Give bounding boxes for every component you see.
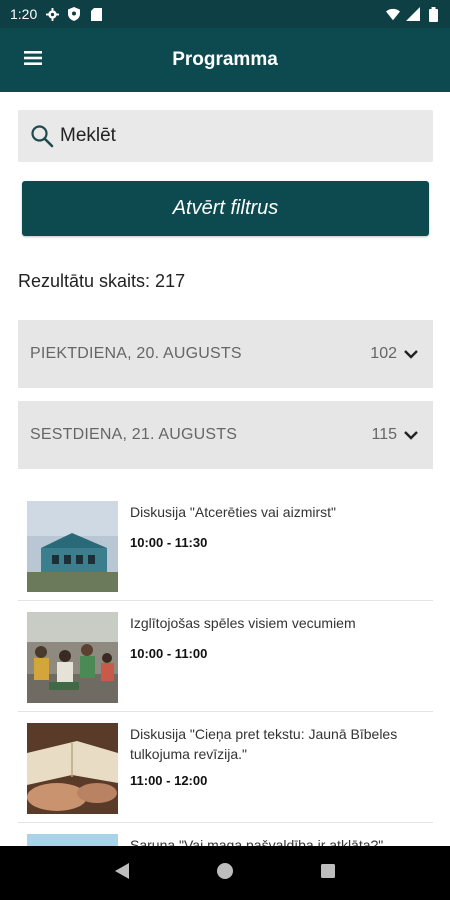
day-group-label: SESTDIENA, 21. AUGUSTS — [30, 426, 238, 443]
battery-icon — [426, 6, 440, 22]
home-button[interactable] — [215, 862, 235, 885]
page-title: Programma — [172, 49, 278, 70]
back-button[interactable] — [112, 862, 132, 885]
search-box[interactable] — [18, 110, 433, 162]
system-nav-bar — [0, 846, 450, 900]
signal-icon — [406, 7, 420, 21]
event-item[interactable]: Diskusija "Cieņa pret tekstu: Jaunā Bībe… — [18, 712, 433, 823]
chevron-down-icon — [403, 346, 419, 362]
settings-icon — [45, 7, 59, 21]
app-bar: Programma — [0, 28, 450, 92]
open-filters-button[interactable]: Atvērt filtrus — [22, 181, 429, 236]
day-group-count: 115 — [371, 426, 397, 443]
wifi-icon — [386, 7, 400, 21]
status-bar: 1:20 — [0, 0, 450, 28]
back-icon — [114, 862, 130, 885]
recents-icon — [320, 863, 336, 884]
event-thumbnail — [27, 723, 118, 814]
day-group-count: 102 — [370, 345, 397, 362]
event-time: 11:00 - 12:00 — [130, 773, 208, 788]
event-item[interactable]: Diskusija "Atcerēties vai aizmirst" 10:0… — [18, 490, 433, 601]
search-input[interactable] — [60, 125, 390, 147]
shield-icon — [67, 7, 81, 21]
home-icon — [216, 862, 234, 885]
status-left: 1:20 — [10, 6, 103, 22]
search-icon — [30, 124, 54, 148]
event-thumbnail — [27, 612, 118, 703]
event-title: Izglītojošas spēles visiem vecumiem — [130, 615, 356, 631]
recents-button[interactable] — [318, 863, 338, 883]
sim-card-icon — [89, 7, 103, 21]
event-list: Diskusija "Atcerēties vai aizmirst" 10:0… — [18, 490, 433, 900]
menu-button[interactable] — [22, 48, 46, 72]
event-title: Diskusija "Atcerēties vai aizmirst" — [130, 504, 336, 520]
chevron-down-icon — [403, 427, 419, 443]
status-time: 1:20 — [10, 6, 38, 22]
status-right — [386, 6, 440, 22]
event-time: 10:00 - 11:00 — [130, 646, 208, 661]
event-thumbnail — [27, 501, 118, 592]
day-group-label: PIEKTDIENA, 20. AUGUSTS — [30, 345, 242, 362]
event-item[interactable]: Izglītojošas spēles visiem vecumiem 10:0… — [18, 601, 433, 712]
event-title: Diskusija "Cieņa pret tekstu: Jaunā Bībe… — [130, 726, 398, 762]
hamburger-icon — [24, 50, 44, 71]
day-group-saturday[interactable]: SESTDIENA, 21. AUGUSTS 115 — [18, 401, 433, 469]
event-time: 10:00 - 11:30 — [130, 535, 208, 550]
day-group-friday[interactable]: PIEKTDIENA, 20. AUGUSTS 102 — [18, 320, 433, 388]
results-count: Rezultātu skaits: 217 — [18, 271, 186, 291]
